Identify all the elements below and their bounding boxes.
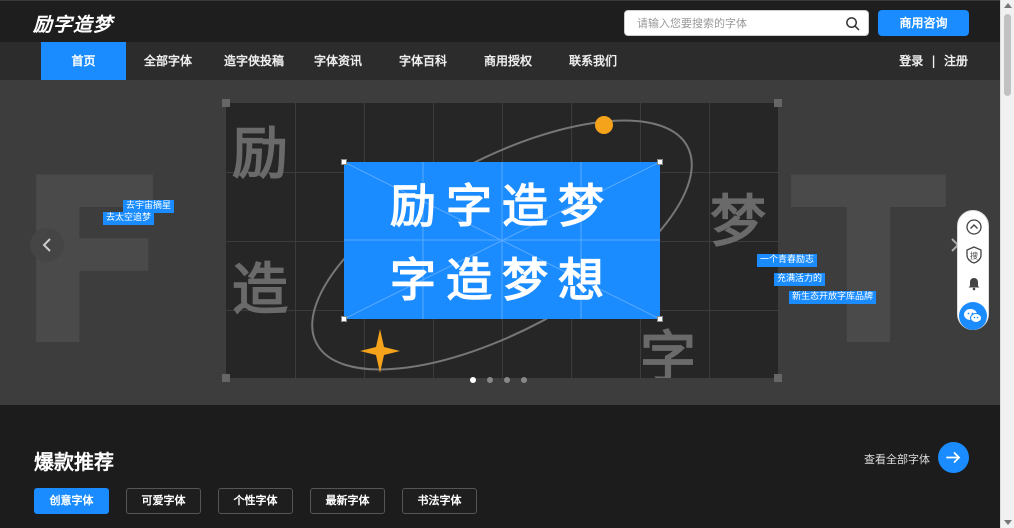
chevron-left-icon bbox=[42, 238, 51, 252]
nav-item-wiki[interactable]: 字体百科 bbox=[388, 42, 458, 80]
top-header: 励字造梦 商用咨询 bbox=[0, 0, 1000, 42]
section-title: 爆款推荐 bbox=[34, 450, 114, 474]
wechat-icon bbox=[964, 309, 982, 323]
banner-tag: 一个青春励志 bbox=[757, 254, 818, 267]
view-all-link[interactable]: 查看全部字体 bbox=[864, 451, 930, 467]
search-shield-label: 搜 bbox=[970, 251, 978, 261]
banner-tag: 去太空追梦 bbox=[103, 212, 155, 225]
search-icon[interactable] bbox=[845, 16, 860, 31]
login-link[interactable]: 登录 bbox=[899, 42, 923, 80]
scroll-up-arrow[interactable] bbox=[1004, 3, 1012, 8]
nav-item-license[interactable]: 商用授权 bbox=[473, 42, 543, 80]
auth-links: 登录 | 注册 bbox=[899, 42, 968, 80]
register-link[interactable]: 注册 bbox=[944, 42, 968, 80]
banner-title-line1: 励字造梦 bbox=[390, 179, 614, 233]
commercial-consult-button[interactable]: 商用咨询 bbox=[878, 10, 969, 36]
chevron-up-icon[interactable] bbox=[965, 218, 983, 236]
page: 励字造梦 商用咨询 首页 全部字体 造字侠投稿 字体资讯 字体百科 商用授权 联… bbox=[0, 0, 1000, 528]
search-input[interactable] bbox=[637, 15, 837, 32]
banner-dot[interactable] bbox=[470, 377, 476, 383]
category-tab-creative[interactable]: 创意字体 bbox=[34, 488, 109, 514]
banner-bg-letter: F bbox=[15, 130, 173, 397]
banner-prev-button[interactable] bbox=[30, 228, 64, 262]
search-shield-icon[interactable]: 搜 bbox=[965, 246, 983, 264]
auth-separator: | bbox=[931, 54, 936, 68]
category-tab-personality[interactable]: 个性字体 bbox=[218, 488, 293, 514]
banner-title-box: 励字造梦 字造梦想 bbox=[341, 159, 663, 322]
category-tab-latest[interactable]: 最新字体 bbox=[310, 488, 385, 514]
nav-item-submit[interactable]: 造字侠投稿 bbox=[214, 42, 294, 80]
banner-tag: 新生态开放字库品牌 bbox=[789, 291, 877, 304]
scroll-down-arrow[interactable] bbox=[1004, 520, 1012, 525]
nav-item-contact[interactable]: 联系我们 bbox=[558, 42, 628, 80]
category-tab-cute[interactable]: 可爱字体 bbox=[126, 488, 201, 514]
nav-item-home[interactable]: 首页 bbox=[41, 42, 126, 80]
banner-dot[interactable] bbox=[521, 377, 527, 383]
vertical-scrollbar[interactable] bbox=[1000, 0, 1014, 528]
nav-item-all-fonts[interactable]: 全部字体 bbox=[133, 42, 203, 80]
category-tab-calligraphy[interactable]: 书法字体 bbox=[402, 488, 477, 514]
search-box[interactable] bbox=[624, 10, 869, 36]
site-logo[interactable]: 励字造梦 bbox=[33, 10, 113, 37]
bell-icon[interactable] bbox=[965, 274, 983, 292]
scrollbar-thumb[interactable] bbox=[1004, 14, 1011, 96]
main-nav: 首页 全部字体 造字侠投稿 字体资讯 字体百科 商用授权 联系我们 登录 | 注… bbox=[0, 42, 1000, 80]
banner-title-line2: 字造梦想 bbox=[390, 253, 614, 307]
view-all-button[interactable] bbox=[938, 442, 969, 473]
wechat-button[interactable] bbox=[959, 302, 987, 330]
nav-item-news[interactable]: 字体资讯 bbox=[303, 42, 373, 80]
banner-dot[interactable] bbox=[504, 377, 510, 383]
banner-dot[interactable] bbox=[487, 377, 493, 383]
banner-tag: 充满活力的 bbox=[774, 273, 826, 286]
hero-banner[interactable]: F O N T 励 造 梦 字 bbox=[0, 80, 1000, 405]
arrow-right-icon bbox=[946, 452, 961, 463]
